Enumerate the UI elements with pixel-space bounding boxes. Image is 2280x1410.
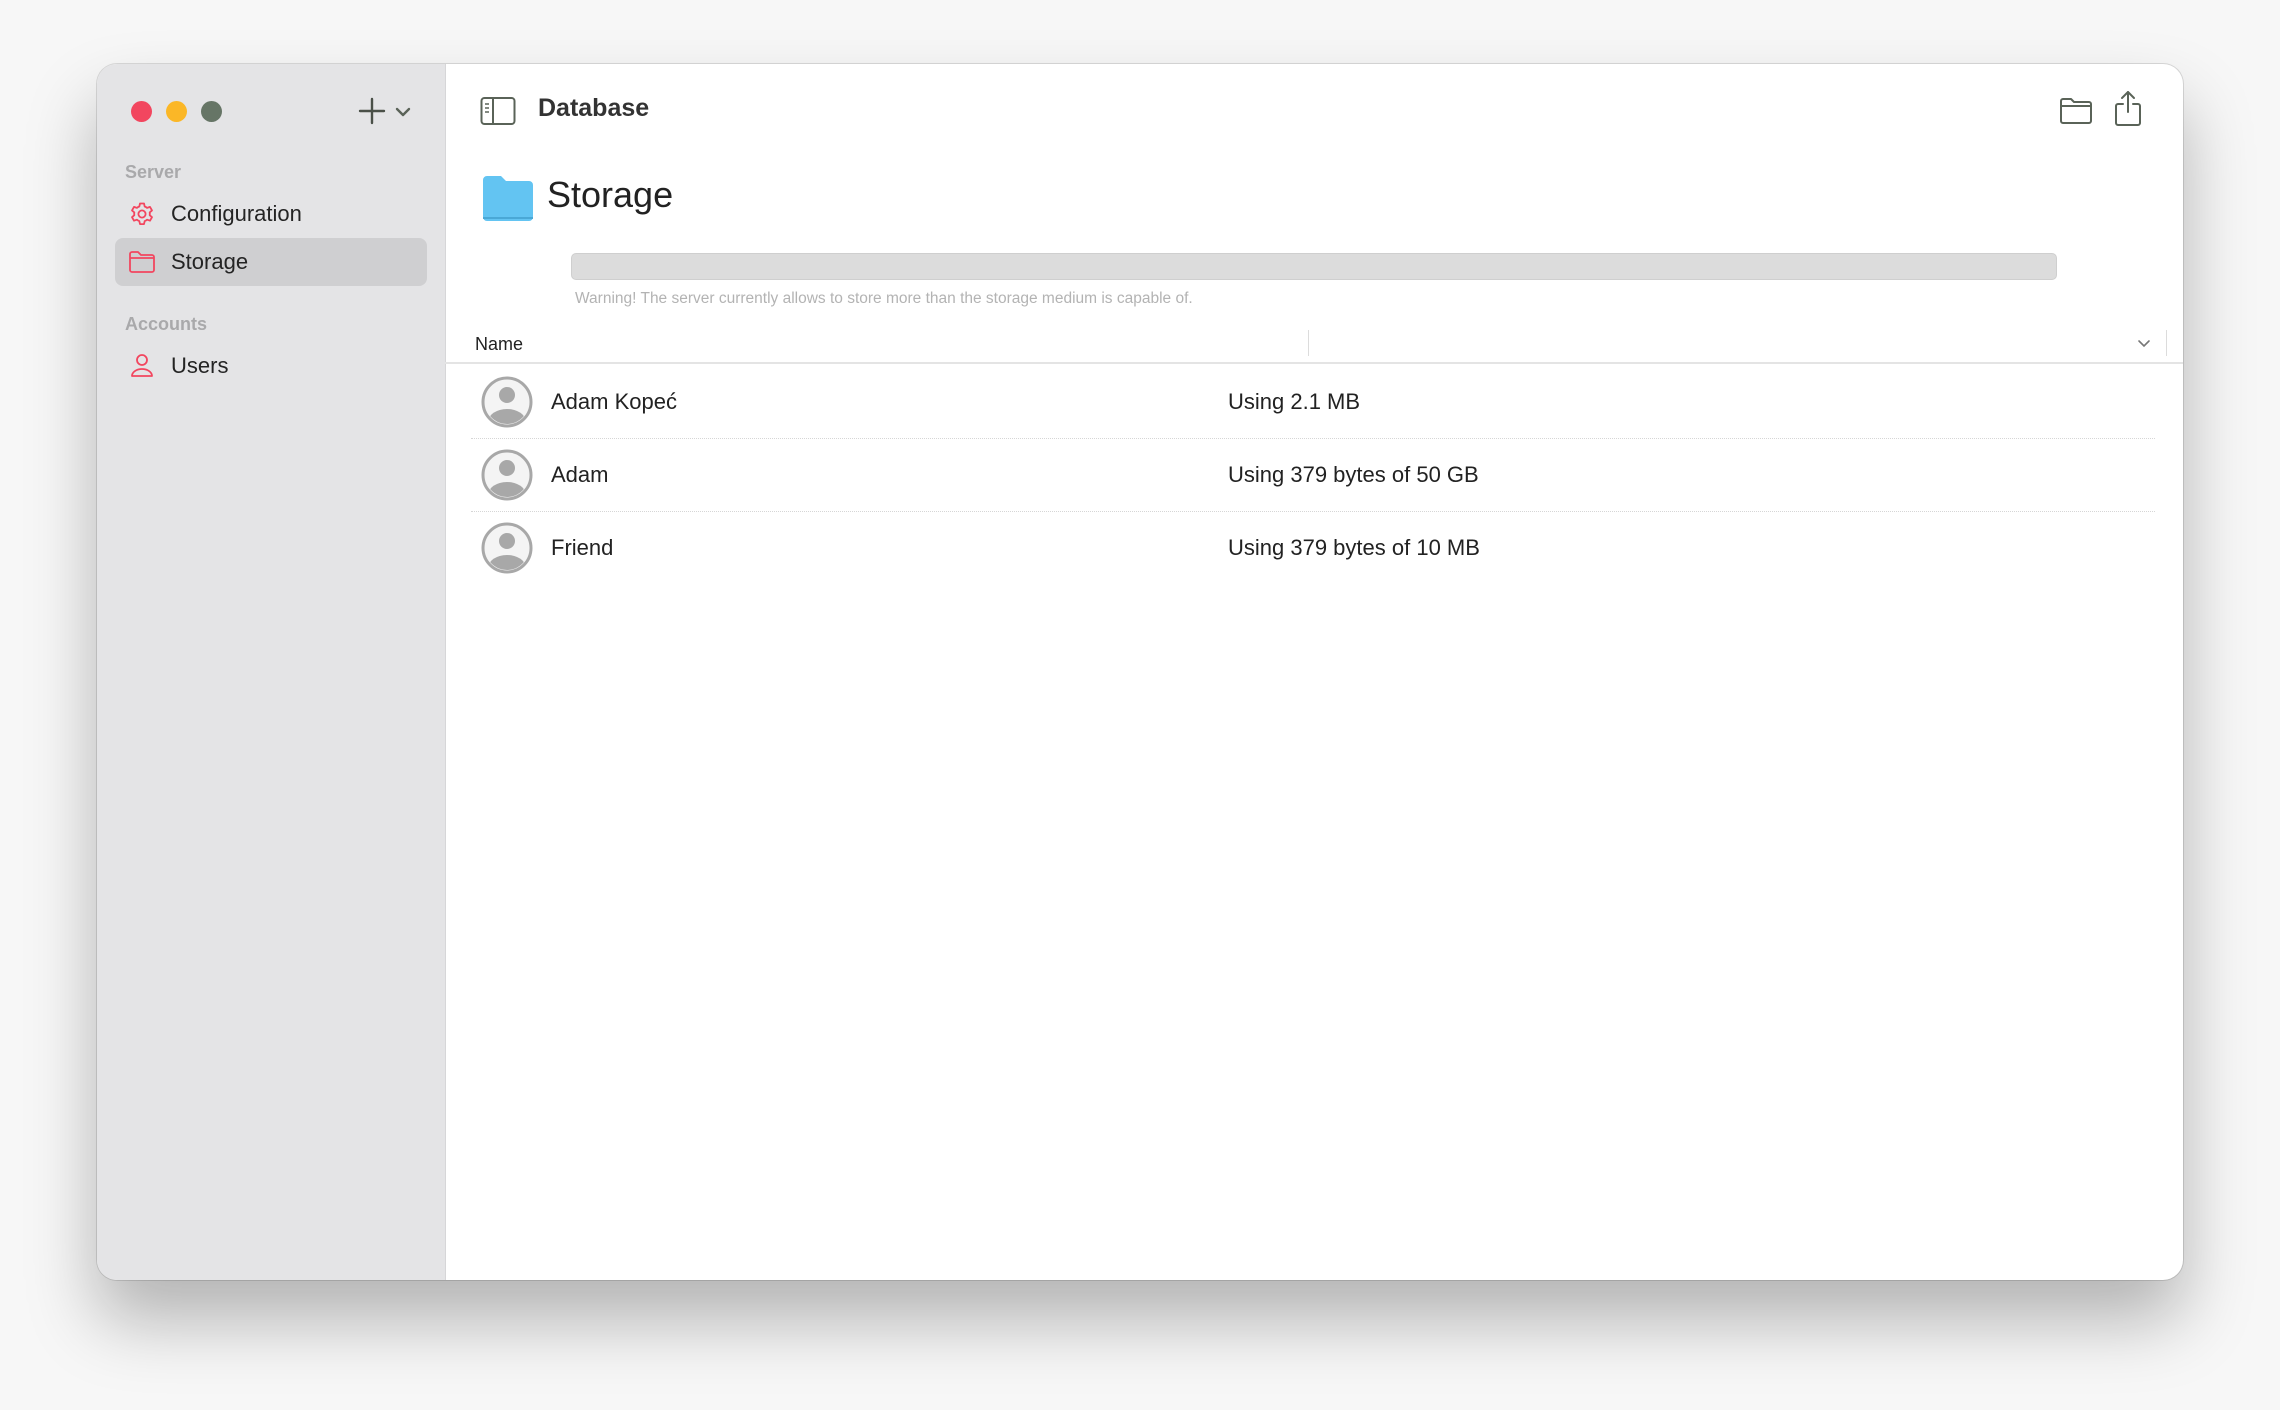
- column-divider[interactable]: [1308, 330, 1309, 356]
- column-header-name[interactable]: Name: [475, 334, 523, 355]
- column-divider[interactable]: [2166, 330, 2167, 356]
- folder-icon: [2060, 98, 2092, 124]
- user-storage-list: Adam Kopeć Using 2.1 MB Adam Using 379 b…: [471, 366, 2155, 584]
- storage-usage: Using 379 bytes of 10 MB: [1228, 535, 1480, 560]
- storage-progress-bar: [571, 253, 2057, 280]
- sidebar-item-configuration[interactable]: Configuration: [115, 190, 427, 238]
- chevron-down-icon: [2138, 340, 2150, 348]
- gear-icon: [127, 199, 157, 229]
- section-title-server: Server: [125, 162, 182, 182]
- storage-warning: Warning! The server currently allows to …: [575, 290, 1193, 307]
- table-row[interactable]: Friend Using 379 bytes of 10 MB: [471, 512, 2155, 584]
- sidebar-item-label: Configuration: [171, 201, 302, 226]
- user-name: Adam Kopeć: [551, 389, 677, 414]
- table-row[interactable]: Adam Kopeć Using 2.1 MB: [471, 366, 2155, 439]
- avatar: [481, 449, 533, 501]
- sidebar-item-label: Users: [171, 353, 229, 378]
- window-title: Database: [538, 94, 650, 122]
- table-row[interactable]: Adam Using 379 bytes of 50 GB: [471, 439, 2155, 512]
- sidebar: Server Configuration Storage Accounts Us…: [97, 64, 446, 1280]
- add-menu-button[interactable]: [393, 102, 413, 122]
- sidebar-toggle-icon: [480, 97, 516, 125]
- user-name: Adam: [551, 462, 609, 487]
- sidebar-item-users[interactable]: Users: [115, 342, 427, 390]
- share-icon: [2115, 91, 2141, 126]
- close-button[interactable]: [131, 101, 152, 122]
- chevron-down-icon: [395, 107, 411, 117]
- add-button[interactable]: [355, 94, 389, 128]
- app-window: Server Configuration Storage Accounts Us…: [97, 64, 2183, 1280]
- table-header: Name: [445, 324, 2183, 364]
- plus-icon: [358, 97, 386, 125]
- sidebar-item-label: Storage: [171, 249, 249, 274]
- folder-icon: [127, 247, 157, 277]
- column-options-button[interactable]: [2135, 334, 2153, 352]
- user-name: Friend: [551, 535, 614, 560]
- person-icon: [127, 351, 157, 381]
- sidebar-item-storage[interactable]: Storage: [115, 238, 427, 286]
- zoom-button[interactable]: [201, 101, 222, 122]
- share-button[interactable]: [2113, 90, 2143, 128]
- section-title-accounts: Accounts: [125, 314, 208, 334]
- page-title: Storage: [547, 174, 674, 215]
- storage-usage: Using 2.1 MB: [1228, 389, 1361, 414]
- storage-usage: Using 379 bytes of 50 GB: [1228, 462, 1479, 487]
- open-folder-button[interactable]: [2059, 96, 2093, 126]
- sidebar-toggle-button[interactable]: [480, 96, 516, 126]
- avatar: [481, 376, 533, 428]
- minimize-button[interactable]: [166, 101, 187, 122]
- main-content: Database Storage Warning! The server cur…: [445, 64, 2183, 1280]
- storage-folder-icon: [482, 174, 534, 222]
- avatar: [481, 522, 533, 574]
